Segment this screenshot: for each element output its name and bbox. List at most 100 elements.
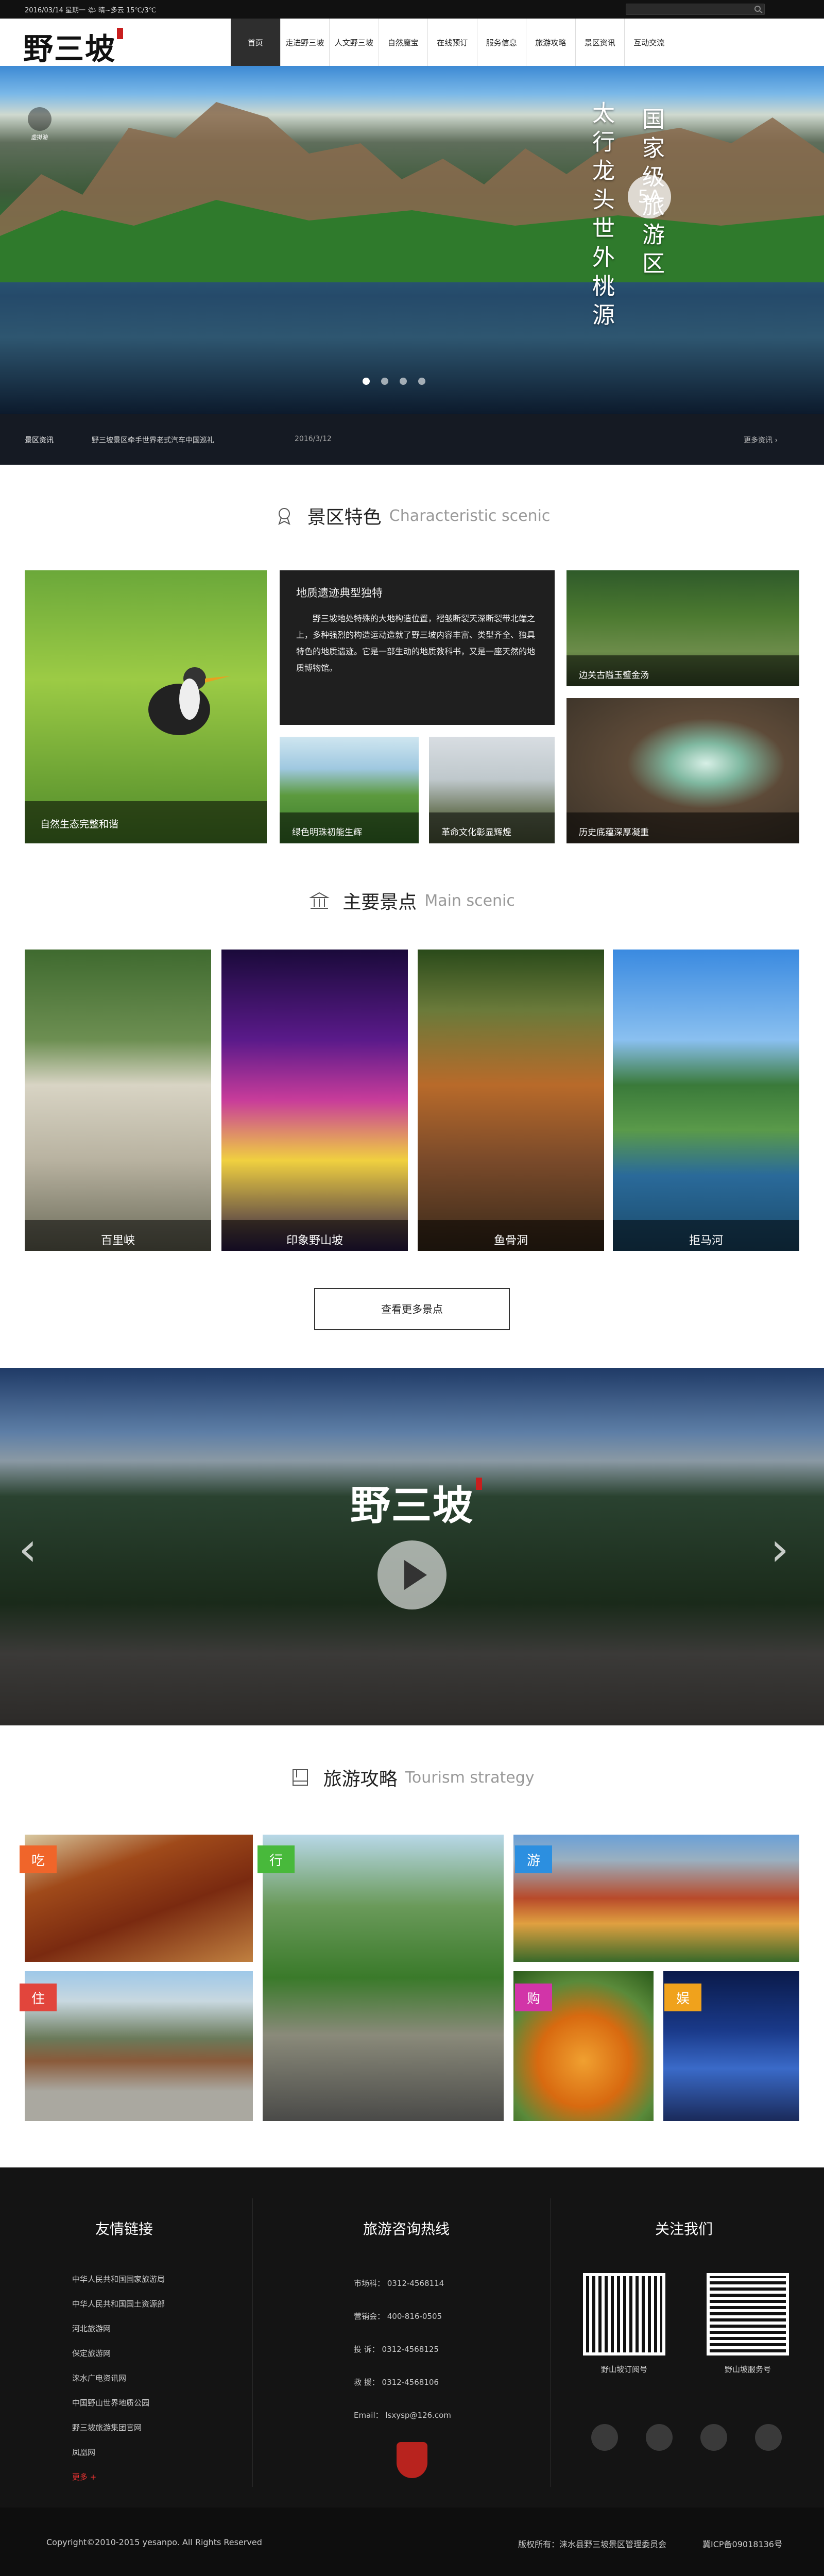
- carousel-dot[interactable]: [400, 378, 407, 385]
- hotline-item: 救 援： 0312-4568106: [354, 2378, 439, 2387]
- strategy-tour-tile[interactable]: [513, 1835, 799, 1962]
- hero-slogan-1: 太行龙头世外桃源: [588, 101, 614, 332]
- badge-tour: 游: [515, 1845, 552, 1873]
- strategy-go-tile[interactable]: [263, 1835, 504, 2121]
- nav-strategy[interactable]: 旅游攻略: [526, 19, 575, 66]
- search-icon[interactable]: [754, 5, 763, 13]
- friend-link[interactable]: 野三坡旅游集团官网: [72, 2415, 165, 2440]
- section-title-en: Tourism strategy: [405, 1768, 535, 1787]
- carousel-dot[interactable]: [381, 378, 388, 385]
- video-banner: 野三坡 ‹ ›: [0, 1368, 824, 1725]
- hotline-email[interactable]: Email： lsxysp@126.com: [354, 2399, 451, 2432]
- tile-caption: 历史底蕴深厚凝重: [566, 812, 799, 843]
- news-more-link[interactable]: 更多资讯 ›: [744, 435, 778, 445]
- more-spots-button[interactable]: 查看更多景点: [314, 1288, 510, 1330]
- book-icon: [292, 1769, 308, 1786]
- friend-links: 中华人民共和国国家旅游局 中华人民共和国国土资源部 河北旅游网 保定旅游网 涞水…: [72, 2267, 165, 2489]
- hotline-item: 投 诉： 0312-4568125: [354, 2345, 439, 2354]
- friend-link[interactable]: 中华人民共和国国家旅游局: [72, 2267, 165, 2292]
- news-date: 2016/3/12: [295, 435, 332, 443]
- friend-link[interactable]: 中国野山世界地质公园: [72, 2391, 165, 2415]
- scenic-green-tile[interactable]: 绿色明珠初能生辉: [280, 737, 419, 843]
- hotline-list: 市场科： 0312-4568114 营销会： 400-816-0505 投 诉：…: [354, 2267, 451, 2432]
- vr-icon: [28, 107, 52, 131]
- badge-stay: 住: [20, 1984, 57, 2011]
- bottom-bar: Copyright©2010-2015 yesanpo. All Rights …: [0, 2507, 824, 2576]
- footer-emblem-icon: [397, 2442, 427, 2478]
- tile-caption: 边关古隘玉璧金汤: [566, 655, 799, 686]
- award-icon: [278, 508, 290, 525]
- friend-link[interactable]: 中华人民共和国国土资源部: [72, 2292, 165, 2316]
- carousel-dot[interactable]: [418, 378, 425, 385]
- footer-divider: [252, 2198, 253, 2487]
- section-title-cn: 主要景点: [342, 892, 417, 913]
- badge-go: 行: [258, 1845, 295, 1873]
- nav-home[interactable]: 首页: [231, 19, 280, 66]
- friend-link[interactable]: 保定旅游网: [72, 2341, 165, 2366]
- hero-banner[interactable]: 太行龙头世外桃源 国家级旅游区 5A 虚拟游: [0, 66, 824, 414]
- nav-enter[interactable]: 走进野三坡: [280, 19, 330, 66]
- icp[interactable]: 冀ICP备09018136号: [702, 2537, 782, 2550]
- mountain-illustration: [0, 102, 824, 282]
- spot-caption: 鱼骨洞: [418, 1220, 604, 1251]
- nav-booking[interactable]: 在线预订: [427, 19, 477, 66]
- links-title: 友情链接: [95, 2221, 153, 2238]
- geo-description-card: 地质遗迹典型独特 野三坡地处特殊的大地构造位置，褶皱断裂天深断裂带北端之上，多种…: [280, 570, 555, 725]
- qq-icon[interactable]: [700, 2424, 727, 2451]
- nav-culture[interactable]: 人文野三坡: [329, 19, 379, 66]
- nav-news[interactable]: 景区资讯: [575, 19, 625, 66]
- logo-seal: [117, 28, 124, 39]
- scenic-nature-tile[interactable]: 自然生态完整和谐: [25, 570, 267, 843]
- scenic-history-tile[interactable]: 历史底蕴深厚凝重: [566, 698, 799, 843]
- more-links[interactable]: 更多 +: [72, 2465, 165, 2489]
- news-headline[interactable]: 野三坡景区牵手世界老式汽车中国巡礼: [92, 435, 214, 445]
- qr-label: 野山坡订阅号: [600, 2365, 647, 2374]
- spot-tile[interactable]: 印象野山坡: [221, 950, 408, 1251]
- qr-code-subscribe: [583, 2273, 665, 2355]
- bird-image: [148, 667, 231, 735]
- carousel-dot[interactable]: [363, 378, 370, 385]
- video-logo-text: 野三坡: [350, 1482, 474, 1529]
- nav-service[interactable]: 服务信息: [476, 19, 526, 66]
- hotline-item: 营销会： 400-816-0505: [354, 2312, 442, 2321]
- video-logo: 野三坡: [350, 1473, 483, 1531]
- strategy-stay-tile[interactable]: [25, 1971, 253, 2121]
- footer-divider: [550, 2198, 551, 2487]
- section-title-cn: 景区特色: [307, 507, 382, 528]
- nav-interact[interactable]: 互动交流: [624, 19, 674, 66]
- friend-link[interactable]: 河北旅游网: [72, 2316, 165, 2341]
- tile-caption: 革命文化彰显辉煌: [429, 812, 555, 843]
- badge-fun: 娱: [664, 1984, 701, 2011]
- 5a-badge: 5A: [628, 175, 671, 218]
- friend-link[interactable]: 涞水广电资讯网: [72, 2366, 165, 2391]
- sina-icon[interactable]: [755, 2424, 782, 2451]
- friend-link[interactable]: 凤凰网: [72, 2440, 165, 2465]
- weibo-icon[interactable]: [591, 2424, 618, 2451]
- search-input[interactable]: [626, 4, 765, 15]
- scenic-revolution-tile[interactable]: 革命文化彰显辉煌: [429, 737, 555, 843]
- spot-tile[interactable]: 鱼骨洞: [418, 950, 604, 1251]
- strategy-eat-tile[interactable]: [25, 1835, 253, 1962]
- follow-title: 关注我们: [655, 2221, 713, 2238]
- prev-arrow-icon[interactable]: ‹: [19, 1522, 37, 1577]
- spot-caption: 印象野山坡: [221, 1220, 408, 1251]
- logo[interactable]: 野三坡: [23, 25, 124, 68]
- section-title-en: Characteristic scenic: [389, 506, 551, 525]
- owner: 版权所有：涞水县野三坡景区管理委员会: [518, 2539, 667, 2549]
- news-tag[interactable]: 景区资讯: [25, 435, 54, 445]
- spot-tile[interactable]: 百里峡: [25, 950, 211, 1251]
- nav-nature[interactable]: 自然魔宝: [378, 19, 428, 66]
- play-button[interactable]: [377, 1540, 447, 1609]
- logo-seal: [476, 1478, 483, 1490]
- section-title-en: Main scenic: [424, 891, 515, 910]
- date-weather: 2016/03/14 星期一 🌤 晴~多云 15℃/3℃: [25, 7, 157, 14]
- logo-text: 野三坡: [23, 31, 116, 66]
- main-nav: 首页 走进野三坡 人文野三坡 自然魔宝 在线预订 服务信息 旅游攻略 景区资讯 …: [231, 19, 674, 66]
- wechat-icon[interactable]: [646, 2424, 673, 2451]
- next-arrow-icon[interactable]: ›: [770, 1522, 789, 1577]
- spot-caption: 百里峡: [25, 1220, 211, 1251]
- scenic-gate-tile[interactable]: 边关古隘玉璧金汤: [566, 570, 799, 686]
- spot-tile[interactable]: 拒马河: [613, 950, 799, 1251]
- vr-button[interactable]: 虚拟游: [25, 107, 55, 146]
- spot-caption: 拒马河: [613, 1220, 799, 1251]
